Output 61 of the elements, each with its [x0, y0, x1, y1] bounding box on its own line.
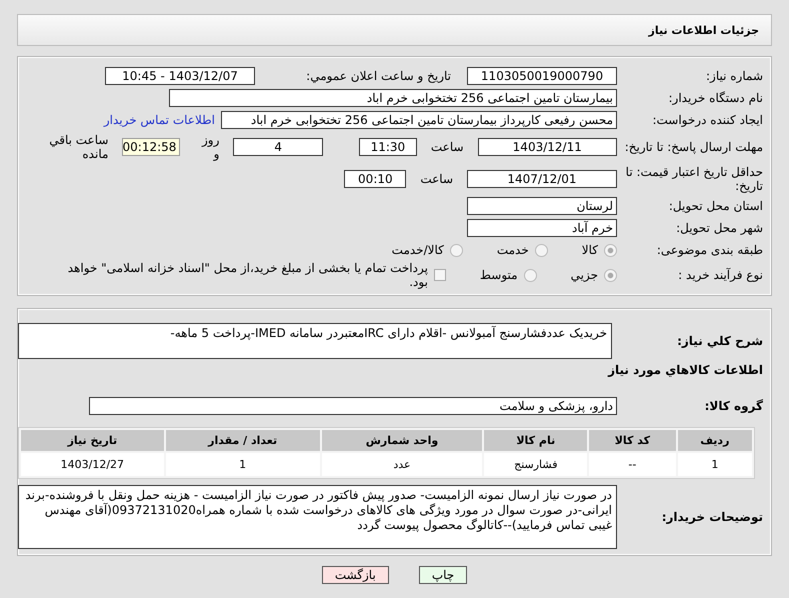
radio-button[interactable]: [604, 268, 617, 282]
field-label: ساعت: [430, 140, 465, 154]
table-cell: 1403/12/27: [21, 453, 164, 476]
table-cell: عدد: [322, 453, 482, 476]
print-button[interactable]: چاپ: [418, 566, 468, 584]
field-label: شماره نیاز:: [705, 69, 763, 83]
field-label: طبقه بندی موضوعی:: [656, 243, 763, 257]
table-cell: 1: [678, 453, 752, 476]
radio-label: جزیي: [570, 268, 598, 282]
radio-label: متوسط: [480, 268, 518, 282]
column-header: واحد شمارش: [322, 430, 482, 451]
column-header: نام کالا: [484, 430, 588, 451]
checkbox-label: پرداخت تمام یا بخشی از مبلغ خرید،از محل "اسناد خزانه اسلامی" خواهد بود.: [66, 261, 428, 289]
date-field: 1407/12/01: [467, 170, 617, 188]
radio-button[interactable]: [604, 244, 617, 256]
radio-button[interactable]: [450, 244, 463, 256]
time-field: 11:30: [358, 138, 417, 156]
column-header: کد کالا: [589, 430, 676, 451]
remaining-time-field: 00:12:58: [122, 138, 180, 156]
field-label: توضیحات خریدار:: [660, 510, 763, 524]
table-cell: --: [589, 453, 676, 476]
section-heading: اطلاعات كالاهاي مورد نياز: [608, 363, 763, 377]
time-field: 00:10: [344, 170, 406, 188]
notes-textarea: در صورت نیاز ارسال نمونه الزامیست- صدور پیش فاکتور در صورت نیاز الزامیست - هزینه حمل ونقل با فروشنده-برند ایرانی-در صورت سوال در مورد ویژگی های کالاهای درخواست شده با شماره همراه09372131020(آقای مهندس غیبی تماس فرمایید)--کاتالوگ محصول پیوست گردد: [18, 485, 617, 549]
table-cell: فشارسنج: [484, 453, 588, 476]
contact-link[interactable]: اطلاعات تماس خریدار: [104, 113, 215, 127]
column-header: تعداد / مقدار: [166, 430, 320, 451]
city-field: خرم آباد: [467, 219, 617, 237]
radio-label: کالا/خدمت: [392, 243, 444, 257]
column-header: ردیف: [678, 430, 752, 451]
announce-field: 1403/12/07 - 10:45: [105, 67, 255, 85]
buyer-field: بیمارستان تامین اجتماعی 256 تختخوابی خرم اباد: [169, 89, 617, 107]
field-label: ساعت: [419, 172, 454, 186]
field-label: مهلت ارسال پاسخ: تا تاریخ:: [624, 140, 763, 154]
field-label: شرح كلي نياز:: [676, 334, 763, 348]
field-label: نوع فرآیند خرید :: [677, 268, 763, 282]
checkbox[interactable]: [434, 269, 446, 281]
creator-field: محسن رفیعی کارپرداز بیمارستان تامین اجتماعی 256 تختخوابی خرم اباد: [221, 111, 617, 129]
need-number-field: 1103050019000790: [467, 67, 617, 85]
radio-button[interactable]: [524, 268, 537, 282]
radio-label: خدمت: [496, 243, 529, 257]
field-label: تاریخ و ساعت اعلان عمومي:: [305, 69, 452, 83]
field-label: نام دستگاه خریدار:: [668, 91, 763, 105]
date-field: 1403/12/11: [478, 138, 617, 156]
page-title: جزئیات اطلاعات نیاز: [648, 24, 759, 36]
field-label: شهر محل تحویل:: [675, 221, 763, 235]
goods-group-field: دارو، پزشکی و سلامت: [89, 397, 617, 415]
column-header: تاریخ نیاز: [21, 430, 164, 451]
field-label: استان محل تحویل:: [668, 199, 763, 213]
field-label: روز و: [200, 133, 220, 161]
field-label: گروه کالا:: [704, 399, 763, 413]
days-field: 4: [233, 138, 323, 156]
field-label: ساعت باقي مانده: [48, 133, 110, 161]
radio-label: کالا: [582, 243, 598, 257]
radio-button[interactable]: [534, 244, 548, 256]
province-field: لرستان: [467, 197, 617, 215]
summary-textarea: خریدیک عددفشارسنج آمبولانس -اقلام دارای IRCمعتبردر سامانه IMED-پرداخت 5 ماهه-: [18, 323, 612, 359]
table-cell: 1: [166, 453, 320, 476]
field-label: حداقل تاریخ اعتبار قیمت: تا تاریخ:: [624, 165, 763, 193]
field-label: ایجاد کننده درخواست:: [651, 113, 763, 127]
back-button[interactable]: بازگشت: [322, 566, 389, 584]
